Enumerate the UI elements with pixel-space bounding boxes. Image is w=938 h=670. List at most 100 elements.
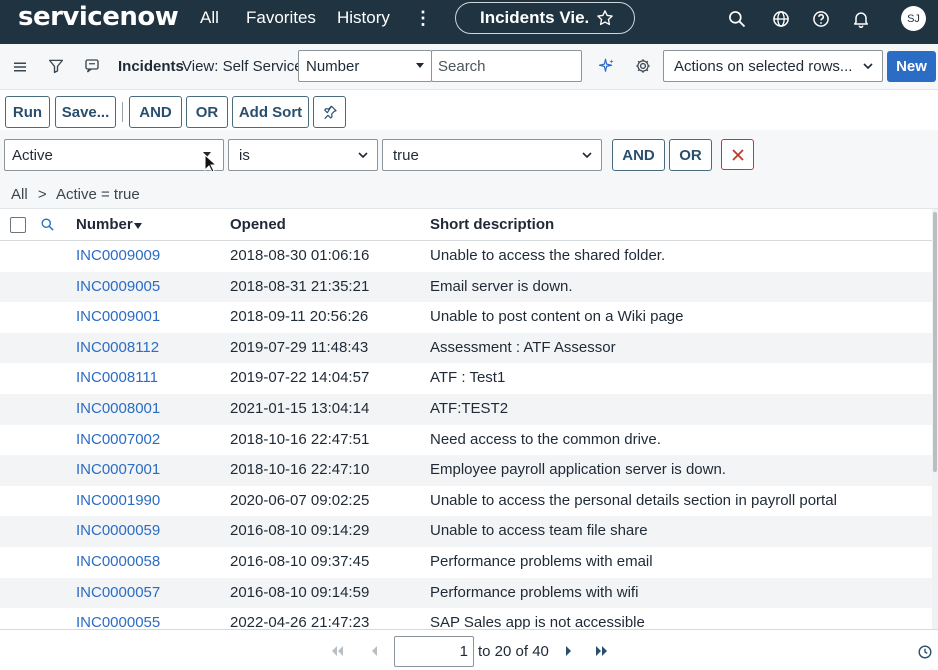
sparkle-ai-icon[interactable]	[598, 57, 616, 75]
table-row[interactable]: INC0008001 2021-01-15 13:04:14 ATF:TEST2	[0, 394, 932, 425]
next-page-icon[interactable]	[561, 644, 575, 658]
table-row[interactable]: INC0009009 2018-08-30 01:06:16 Unable to a…	[0, 241, 932, 272]
incident-number-link[interactable]: INC0009005	[76, 278, 160, 295]
opened-date: 2022-04-26 21:47:23	[230, 614, 370, 629]
page-number-input[interactable]: 1	[394, 636, 474, 667]
opened-date: 2018-08-30 01:06:16	[230, 247, 370, 264]
sort-descending-icon[interactable]	[134, 223, 142, 229]
first-page-icon[interactable]	[330, 644, 344, 658]
clock-icon[interactable]	[918, 645, 932, 659]
or-button[interactable]: OR	[186, 96, 228, 128]
condition-field-select[interactable]: Active	[4, 139, 224, 171]
run-button[interactable]: Run	[5, 96, 50, 128]
table-row[interactable]: INC0007002 2018-10-16 22:47:51 Need access…	[0, 425, 932, 456]
help-icon[interactable]	[811, 9, 831, 29]
hamburger-menu-icon[interactable]	[11, 58, 29, 76]
search-field-select[interactable]: Number	[298, 50, 432, 82]
dropdown-caret-icon	[416, 63, 424, 68]
short-description: Employee payroll application server is d…	[430, 461, 726, 479]
table-row[interactable]: INC0008111 2019-07-22 14:04:57 ATF : Test1	[0, 363, 932, 394]
table-row[interactable]: INC0009005 2018-08-31 21:35:21 Email serve…	[0, 271, 932, 303]
add-sort-button[interactable]: Add Sort	[232, 96, 309, 128]
column-header-number[interactable]: Number	[76, 216, 133, 233]
mouse-cursor-icon	[204, 154, 217, 173]
column-search-icon[interactable]	[40, 217, 55, 232]
remove-condition-button[interactable]	[721, 139, 754, 170]
incident-number-link[interactable]: INC0000058	[76, 553, 160, 570]
more-menu-icon[interactable]: ⋮	[414, 8, 432, 29]
opened-date: 2016-08-10 09:14:59	[230, 583, 370, 601]
incident-number-link[interactable]: INC0000057	[76, 584, 160, 601]
table-row[interactable]: INC0008112 2019-07-29 11:48:43 Assessment …	[0, 332, 932, 364]
star-icon[interactable]	[596, 9, 614, 27]
globe-icon[interactable]	[771, 9, 791, 29]
table-body: INC0009009 2018-08-30 01:06:16 Unable to a…	[0, 241, 932, 629]
search-icon[interactable]	[727, 9, 747, 29]
condition-operator-select[interactable]: is	[228, 139, 378, 171]
list-context-menu-icon[interactable]	[83, 57, 101, 75]
incident-number-link[interactable]: INC0000059	[76, 522, 160, 539]
last-page-icon[interactable]	[595, 644, 609, 658]
chevron-down-icon	[358, 152, 368, 159]
column-header-short-description[interactable]: Short description	[430, 216, 554, 233]
short-description: Unable to post content on a Wiki page	[430, 308, 684, 326]
incident-number-link[interactable]: INC0009009	[76, 247, 160, 264]
pin-filter-button[interactable]	[313, 96, 346, 128]
notifications-bell-icon[interactable]	[851, 9, 871, 29]
incident-number-link[interactable]: INC0000055	[76, 614, 160, 629]
breadcrumb-separator: >	[37, 186, 47, 203]
short-description: Assessment : ATF Assessor	[430, 338, 616, 356]
save-filter-button[interactable]: Save...	[55, 96, 116, 128]
column-header-opened[interactable]: Opened	[230, 216, 286, 233]
and-button[interactable]: AND	[129, 96, 182, 128]
condition-value-select[interactable]: true	[382, 139, 602, 171]
incident-number-link[interactable]: INC0009001	[76, 308, 160, 325]
select-all-checkbox[interactable]	[10, 217, 26, 233]
previous-page-icon[interactable]	[368, 644, 382, 658]
short-description: Unable to access the shared folder.	[430, 247, 666, 264]
short-description: Performance problems with email	[430, 553, 653, 570]
table-row[interactable]: INC0007001 2018-10-16 22:47:10 Employee pa…	[0, 455, 932, 486]
short-description: Need access to the common drive.	[430, 430, 661, 448]
list-view-label: View: Self Service	[182, 58, 303, 75]
breadcrumb-all[interactable]: All	[11, 186, 28, 203]
nav-history[interactable]: History	[337, 8, 390, 28]
chevron-down-icon	[863, 63, 873, 70]
close-icon	[732, 149, 744, 161]
incident-number-link[interactable]: INC0007002	[76, 431, 160, 448]
table-row[interactable]: INC0000058 2016-08-10 09:37:45 Performance…	[0, 547, 932, 578]
incident-number-link[interactable]: INC0008111	[76, 369, 158, 386]
filter-icon[interactable]	[47, 57, 65, 75]
table-row[interactable]: INC0009001 2018-09-11 20:56:26 Unable to p…	[0, 302, 932, 333]
opened-date: 2021-01-15 13:04:14	[230, 400, 370, 417]
short-description: Email server is down.	[430, 277, 573, 295]
search-field-select-value: Number	[306, 57, 360, 75]
current-page-pill[interactable]: Incidents Vie...	[455, 2, 635, 34]
condition-operator-value: is	[239, 146, 250, 164]
new-button[interactable]: New	[887, 51, 936, 82]
condition-and-button[interactable]: AND	[612, 139, 665, 171]
condition-or-button[interactable]: OR	[669, 139, 712, 171]
opened-date: 2020-06-07 09:02:25	[230, 491, 370, 509]
table-row[interactable]: INC0000059 2016-08-10 09:14:29 Unable to a…	[0, 516, 932, 547]
chevron-down-icon	[582, 152, 592, 159]
table-row[interactable]: INC0000055 2022-04-26 21:47:23 SAP Sales a…	[0, 608, 932, 629]
search-input[interactable]: Search	[431, 50, 582, 82]
opened-date: 2016-08-10 09:14:29	[230, 522, 370, 540]
table-row[interactable]: INC0001990 2020-06-07 09:02:25 Unable to a…	[0, 486, 932, 517]
opened-date: 2018-10-16 22:47:51	[230, 430, 370, 448]
actions-on-selected-rows-select[interactable]: Actions on selected rows...	[663, 50, 883, 82]
servicenow-logo[interactable]: servicenow	[18, 2, 179, 32]
breadcrumb: All > Active = true	[0, 180, 938, 209]
incident-number-link[interactable]: INC0008112	[76, 339, 159, 356]
table-row[interactable]: INC0000057 2016-08-10 09:14:59 Performance…	[0, 577, 932, 609]
incident-number-link[interactable]: INC0008001	[76, 400, 160, 417]
incident-number-link[interactable]: INC0007001	[76, 461, 160, 478]
incident-number-link[interactable]: INC0001990	[76, 492, 160, 509]
nav-favorites[interactable]: Favorites	[246, 8, 316, 28]
user-avatar[interactable]: SJ	[901, 6, 926, 31]
settings-gear-icon[interactable]	[634, 57, 652, 75]
nav-all[interactable]: All	[200, 8, 219, 28]
scrollbar-thumb[interactable]	[933, 212, 937, 472]
breadcrumb-filter[interactable]: Active = true	[56, 186, 140, 203]
